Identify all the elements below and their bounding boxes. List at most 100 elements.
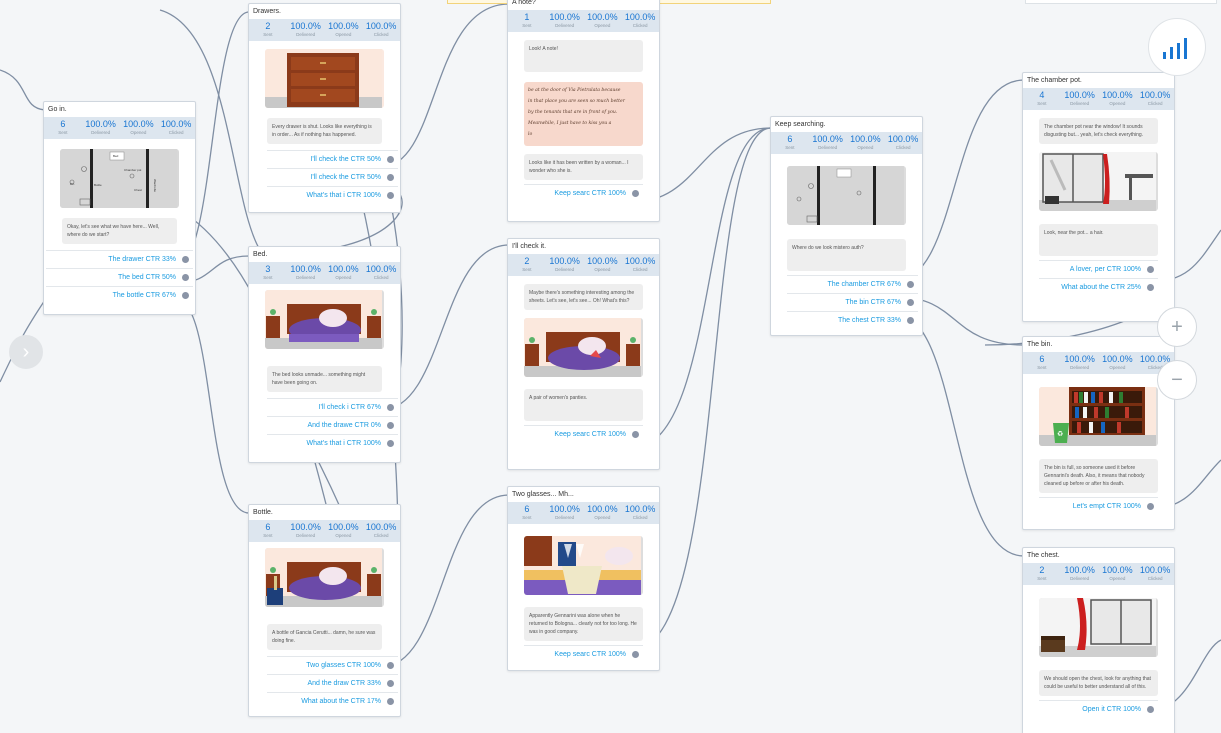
choice-button-lets-empty[interactable]: Let's empt CTR 100% xyxy=(1039,497,1158,515)
analytics-button[interactable] xyxy=(1148,18,1206,76)
choice-button-whats-that[interactable]: What's that i CTR 100% xyxy=(267,434,398,452)
choice-button-and-drawer[interactable]: And the drawe CTR 0% xyxy=(267,416,398,434)
floorplan-label-chest: Chest xyxy=(134,188,142,192)
stat-delivered: 100.0% xyxy=(812,134,843,144)
floorplan-label-chamber: Chamber pot xyxy=(124,168,142,172)
connector-dot[interactable] xyxy=(387,192,394,199)
node-go-in[interactable]: Go in. 6 Sent 100.0% Delivered 100.0% Opene… xyxy=(43,101,196,315)
choice-button-what-about[interactable]: What about the CTR 25% xyxy=(1039,278,1158,296)
node-check-it[interactable]: I'll check it. 2 Sent 100.0% Delivered 100… xyxy=(507,238,660,470)
note-line: by the tenants that are in front of you. xyxy=(528,110,618,115)
node-bin[interactable]: The bin. 6 Sent 100.0% Delivered 100.0% Ope… xyxy=(1022,336,1175,530)
message-bubble: Okay, let's see what we have here... Wel… xyxy=(62,218,177,244)
connector-dot[interactable] xyxy=(632,651,639,658)
node-title: Keep searching. xyxy=(775,121,826,128)
stat-opened: 100.0% xyxy=(1102,565,1133,575)
choice-button-keep-searching[interactable]: Keep searc CTR 100% xyxy=(524,184,643,202)
choice-button-chamber[interactable]: The chamber CTR 67% xyxy=(787,275,918,293)
choice-button-check-drawer-2[interactable]: I'll check the CTR 50% xyxy=(267,168,398,186)
node-stats: 6 Sent 100.0% Delivered 100.0% Opened 100.0… xyxy=(1023,352,1174,374)
floorplan-image: Bed Chamber pot Chest Bottle Wardrobe Bi… xyxy=(60,149,179,208)
connector-dot[interactable] xyxy=(387,422,394,429)
zoom-out-button[interactable]: − xyxy=(1157,360,1197,400)
message-bubble: The bin is full, so someone used it befo… xyxy=(1039,459,1158,493)
expand-panel-button[interactable]: › xyxy=(9,335,43,369)
stat-opened-label: Opened xyxy=(335,32,352,37)
stat-clicked-label: Clicked xyxy=(632,23,648,28)
connector-dot[interactable] xyxy=(632,190,639,197)
floorplan-label-bed: Bed xyxy=(113,154,119,158)
message-bubble: A pair of women's panties. xyxy=(524,389,643,421)
choice-label: The drawer CTR 33% xyxy=(108,256,176,263)
choice-button-keep-searching[interactable]: Keep searc CTR 100% xyxy=(524,645,643,663)
choice-button-drawer[interactable]: The drawer CTR 33% xyxy=(46,250,193,268)
choice-button-bed[interactable]: The bed CTR 50% xyxy=(46,268,193,286)
choice-label: Keep searc CTR 100% xyxy=(554,190,626,197)
choice-button-check-drawer[interactable]: I'll check the CTR 50% xyxy=(267,150,398,168)
choice-label: Open it CTR 100% xyxy=(1082,706,1141,713)
node-drawers[interactable]: Drawers. 2 Sent 100.0% Delivered 100.0% Ope… xyxy=(248,3,401,213)
connector-dot[interactable] xyxy=(182,256,189,263)
stat-clicked-label: Clicked xyxy=(373,533,389,538)
node-note[interactable]: A note? 1 Sent 100.0% Delivered 100.0% Open… xyxy=(507,0,660,222)
stat-opened-label: Opened xyxy=(1109,576,1126,581)
stat-sent-label: Sent xyxy=(1037,576,1047,581)
choice-button-two-glasses[interactable]: Two glasses CTR 100% xyxy=(267,656,398,674)
choice-button-a-lover[interactable]: A lover, per CTR 100% xyxy=(1039,260,1158,278)
connector-dot[interactable] xyxy=(182,274,189,281)
connector-dot[interactable] xyxy=(387,404,394,411)
stat-sent: 6 xyxy=(524,504,530,514)
choice-button-and-drawer[interactable]: And the draw CTR 33% xyxy=(267,674,398,692)
connector-dot[interactable] xyxy=(387,174,394,181)
connector-dot[interactable] xyxy=(387,440,394,447)
choice-button-open-it[interactable]: Open it CTR 100% xyxy=(1039,700,1158,718)
note-line: lo xyxy=(528,132,533,137)
stat-clicked-label: Clicked xyxy=(632,515,648,520)
node-keep-searching[interactable]: Keep searching. 6 Sent 100.0% Delivered 10… xyxy=(770,116,923,336)
node-chamber-pot[interactable]: The chamber pot. 4 Sent 100.0% Delivered 1… xyxy=(1022,72,1175,322)
choice-button-bottle[interactable]: The bottle CTR 67% xyxy=(46,286,193,304)
connector-dot[interactable] xyxy=(1147,706,1154,713)
connector-dot[interactable] xyxy=(387,156,394,163)
connector-dot[interactable] xyxy=(1147,266,1154,273)
connector-dot[interactable] xyxy=(907,317,914,324)
message-bubble: Look, near the pot... a hair. xyxy=(1039,224,1158,256)
node-chest[interactable]: The chest. 2 Sent 100.0% Delivered 100.0% O… xyxy=(1022,547,1175,733)
floorplan-image xyxy=(787,166,906,225)
stat-clicked: 100.0% xyxy=(1139,565,1171,575)
stat-sent: 3 xyxy=(265,264,271,274)
choice-button-what-about[interactable]: What about the CTR 17% xyxy=(267,692,398,710)
stat-opened: 100.0% xyxy=(1102,90,1133,100)
node-stats: 2 Sent 100.0% Delivered 100.0% Opened 100.0… xyxy=(249,19,400,41)
node-two-glasses[interactable]: Two glasses... Mh... 6 Sent 100.0% Deliver… xyxy=(507,486,660,671)
stat-opened-label: Opened xyxy=(130,130,147,135)
connector-dot[interactable] xyxy=(1147,503,1154,510)
stat-opened-label: Opened xyxy=(857,145,874,150)
node-title: Drawers. xyxy=(253,8,282,15)
connector-dot[interactable] xyxy=(387,680,394,687)
choice-button-whats-that[interactable]: What's that i CTR 100% xyxy=(267,186,398,204)
connector-dot[interactable] xyxy=(387,698,394,705)
floorplan-label-bottle: Bottle xyxy=(94,183,102,187)
choice-button-chest[interactable]: The chest CTR 33% xyxy=(787,311,918,329)
stat-sent: 1 xyxy=(524,12,530,22)
connector-dot[interactable] xyxy=(182,292,189,299)
node-bottle[interactable]: Bottle. 6 Sent 100.0% Delivered 100.0% Open… xyxy=(248,504,401,717)
choice-label: The chamber CTR 67% xyxy=(827,281,901,288)
connector-dot[interactable] xyxy=(907,299,914,306)
connector-dot[interactable] xyxy=(907,281,914,288)
zoom-in-button[interactable]: + xyxy=(1157,307,1197,347)
choice-button-keep-searching[interactable]: Keep searc CTR 100% xyxy=(524,425,643,443)
choice-button-check-bed[interactable]: I'll check i CTR 67% xyxy=(267,398,398,416)
node-stats: 2 Sent 100.0% Delivered 100.0% Opened 100.0… xyxy=(508,254,659,276)
connector-dot[interactable] xyxy=(1147,284,1154,291)
connector-dot[interactable] xyxy=(632,431,639,438)
choice-button-bin[interactable]: The bin CTR 67% xyxy=(787,293,918,311)
node-bed[interactable]: Bed. 3 Sent 100.0% Delivered 100.0% Opened … xyxy=(248,246,401,463)
stat-clicked-label: Clicked xyxy=(373,275,389,280)
connector-dot[interactable] xyxy=(387,662,394,669)
stat-clicked-label: Clicked xyxy=(632,267,648,272)
flow-canvas[interactable]: Go in. 6 Sent 100.0% Delivered 100.0% Opene… xyxy=(0,0,1221,733)
choice-label: The bed CTR 50% xyxy=(118,274,176,281)
stat-opened: 100.0% xyxy=(328,522,359,532)
